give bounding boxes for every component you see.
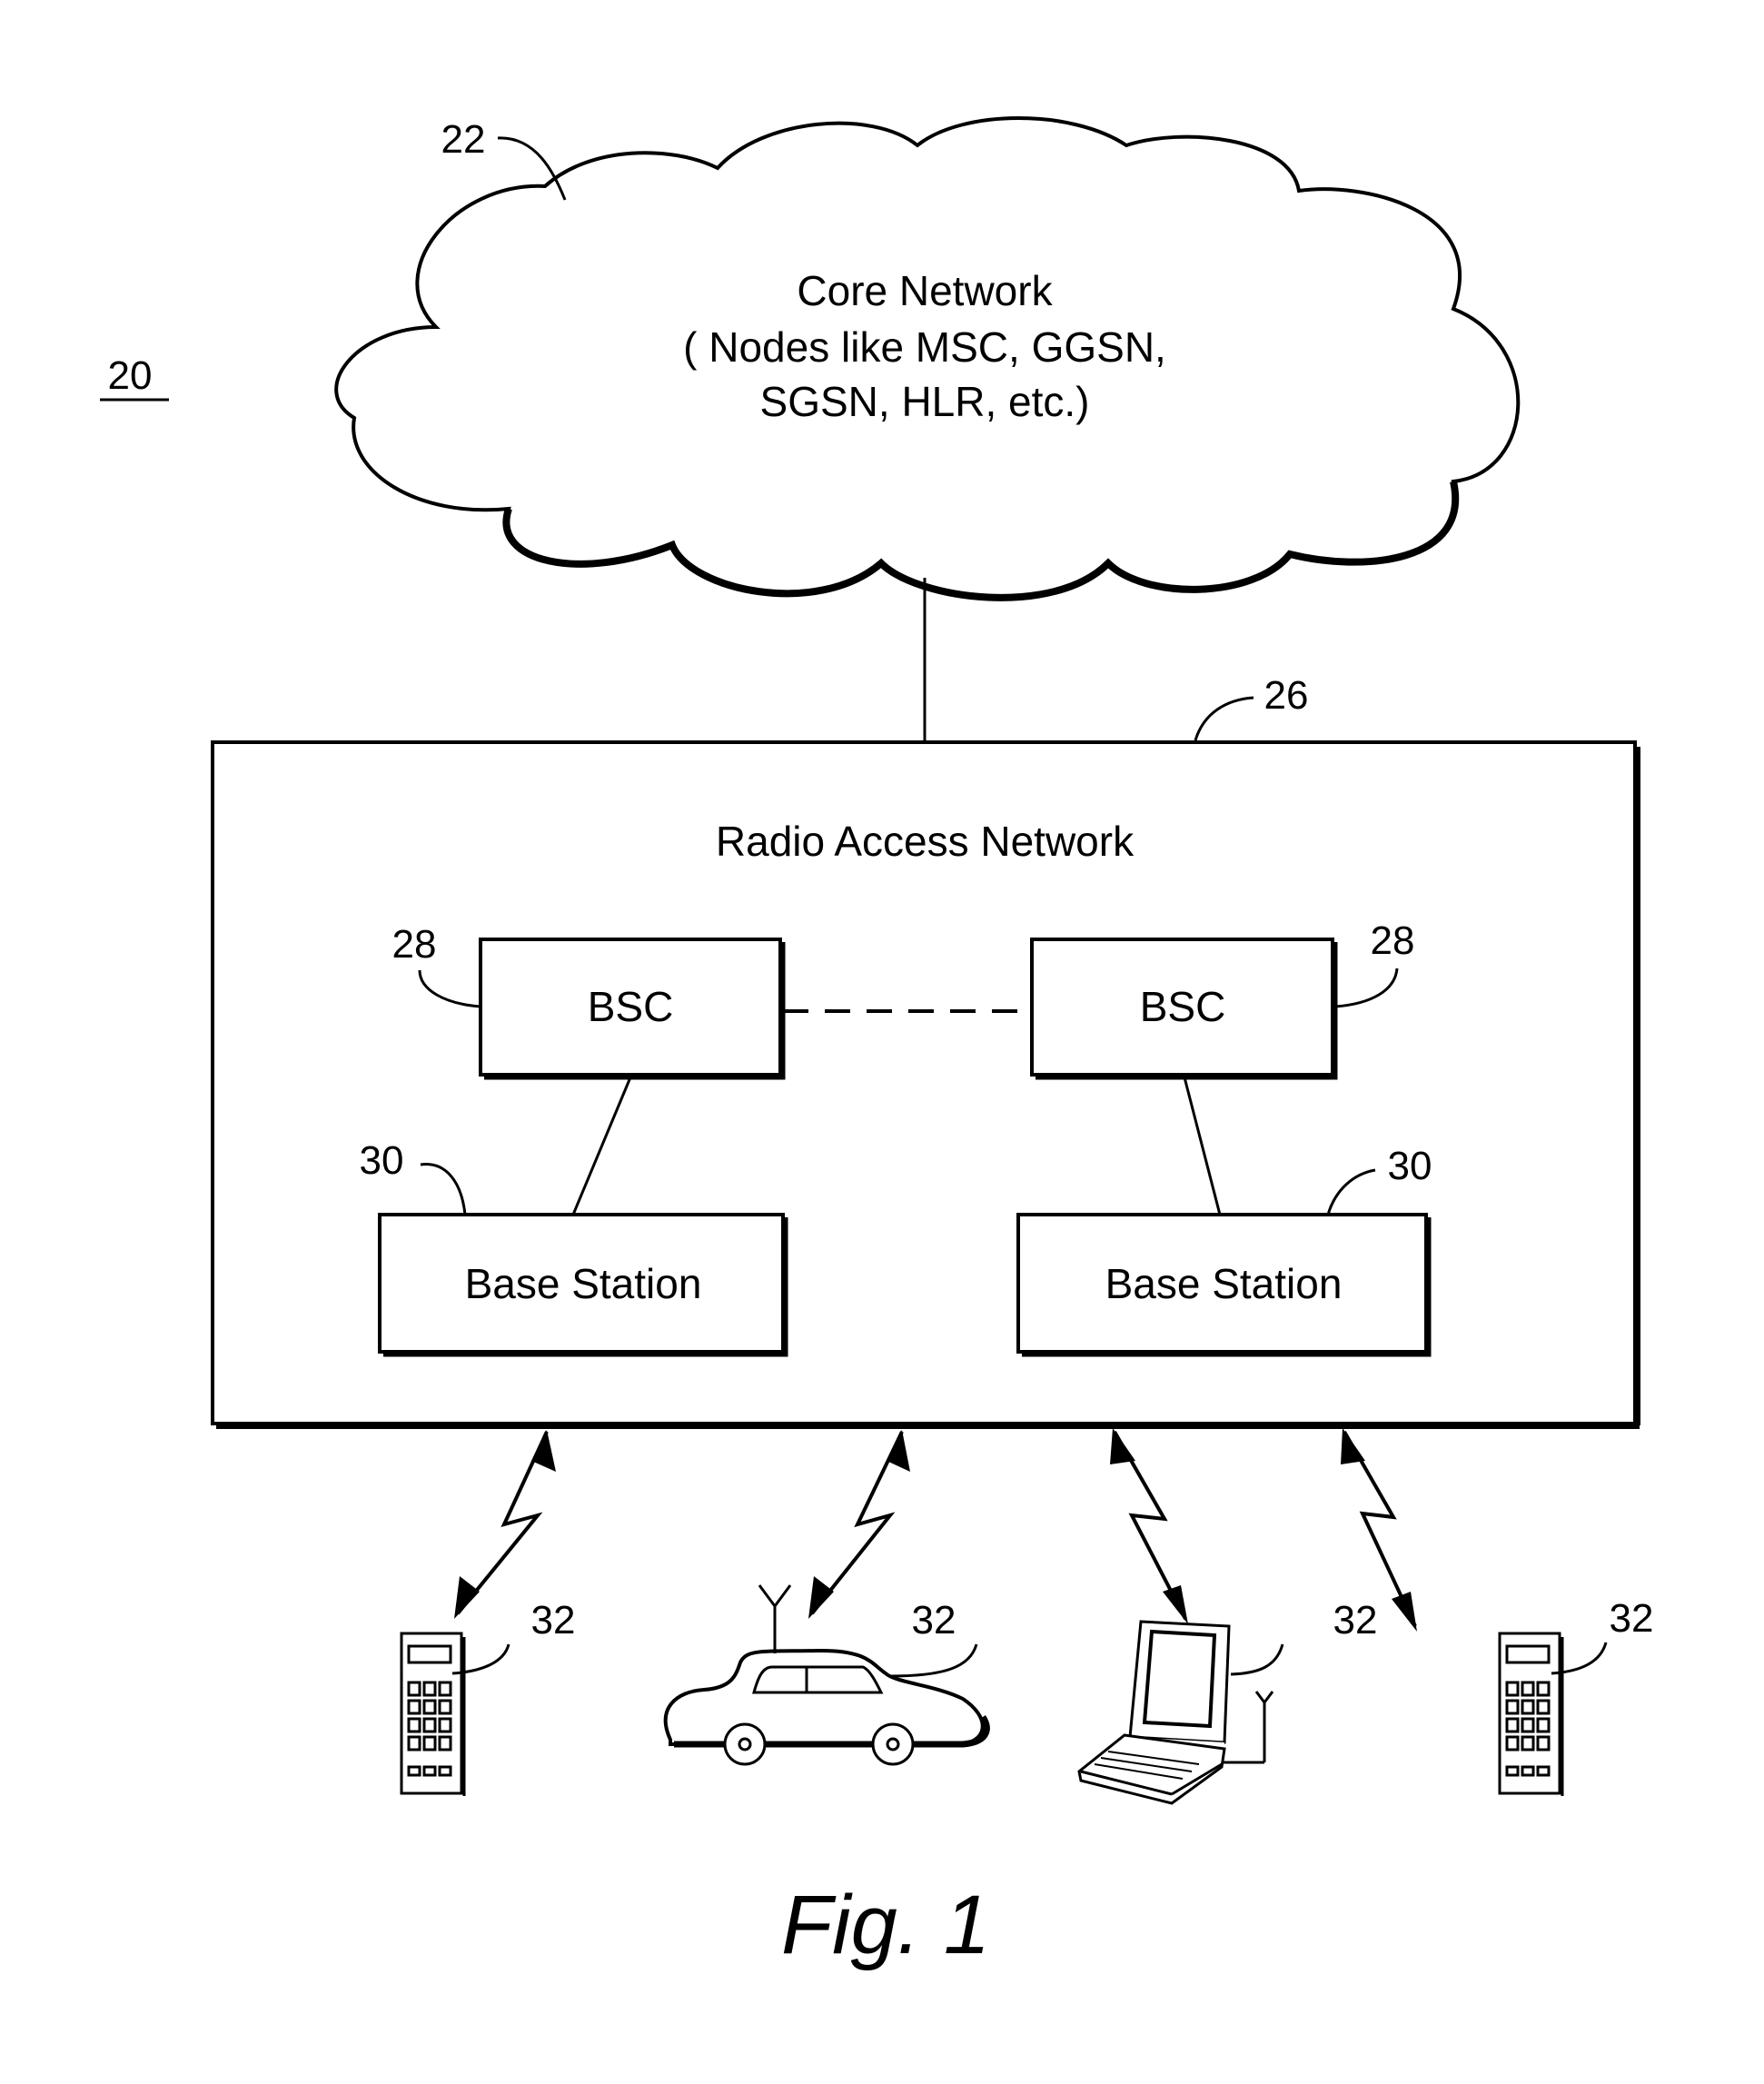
wireless-link-2 (808, 1430, 910, 1619)
device-1-ref: 32 (531, 1598, 576, 1642)
core-network-line2: ( Nodes like MSC, GGSN, (683, 323, 1166, 371)
device-4-ref: 32 (1610, 1596, 1654, 1641)
bsc-right-label: BSC (1140, 983, 1226, 1030)
base-station-left-label: Base Station (465, 1260, 702, 1307)
ran-leader (1194, 696, 1254, 741)
network-diagram: 20 22 Core Network ( Nodes like MSC, GGS… (100, 116, 1654, 1971)
bsc-left-label: BSC (588, 983, 674, 1030)
figure-caption: Fig. 1 (781, 1879, 990, 1971)
base-station-right-label: Base Station (1105, 1260, 1343, 1307)
ran-title: Radio Access Network (716, 818, 1135, 865)
device-2-ref: 32 (912, 1598, 956, 1642)
base-station-right-ref: 30 (1388, 1144, 1432, 1188)
device-2-leader (889, 1643, 978, 1678)
figure-number: 20 (108, 353, 153, 398)
bsc-right-ref: 28 (1371, 918, 1415, 963)
device-3-ref: 32 (1333, 1598, 1378, 1642)
core-network-ref: 22 (441, 117, 486, 162)
core-network-line3: SGSN, HLR, etc.) (760, 378, 1090, 425)
ran-ref: 26 (1264, 673, 1309, 718)
wireless-link-1 (454, 1430, 556, 1619)
bsc-left-ref: 28 (392, 922, 437, 967)
device-3-leader (1230, 1643, 1284, 1676)
laptop-icon (1077, 1620, 1274, 1805)
base-station-left-ref: 30 (360, 1138, 404, 1183)
core-network-title: Core Network (797, 267, 1053, 314)
mobile-phone-icon (400, 1632, 466, 1796)
wireless-link-3 (1110, 1428, 1188, 1624)
mobile-phone-icon (1498, 1632, 1564, 1796)
